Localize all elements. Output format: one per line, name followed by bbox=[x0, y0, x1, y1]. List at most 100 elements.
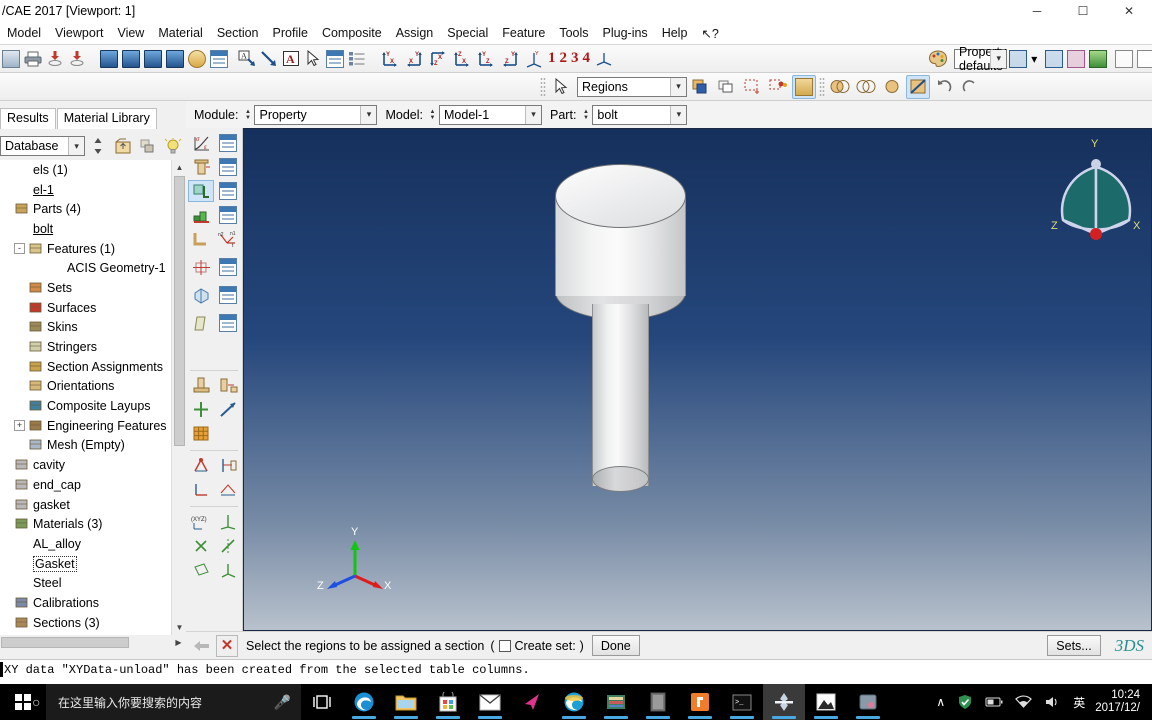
toolbar-grip-8[interactable] bbox=[819, 76, 825, 97]
datum-axis-icon[interactable] bbox=[215, 534, 241, 556]
volume-icon[interactable] bbox=[1038, 684, 1067, 720]
datum-plane-icon[interactable] bbox=[188, 558, 214, 580]
create-set-icon[interactable] bbox=[188, 478, 214, 500]
selection-front-icon[interactable] bbox=[688, 75, 712, 99]
create-inertia-icon[interactable] bbox=[188, 374, 214, 396]
tree-item[interactable]: Parts (4) bbox=[0, 199, 171, 219]
tree-item[interactable]: Materials (3) bbox=[0, 514, 171, 534]
tray-expand-icon[interactable]: ∧ bbox=[930, 684, 951, 720]
taskbar-terminal-icon[interactable]: >_ bbox=[721, 684, 763, 720]
view-1-button[interactable]: 1 bbox=[547, 47, 557, 71]
tab-results[interactable]: Results bbox=[0, 108, 56, 129]
material-manager-icon[interactable] bbox=[215, 132, 241, 154]
taskbar-abaqus-icon[interactable] bbox=[763, 684, 805, 720]
chevron-down-icon-part[interactable]: ▾ bbox=[670, 105, 687, 124]
close-button[interactable]: ✕ bbox=[1106, 0, 1152, 22]
menu-profile[interactable]: Profile bbox=[266, 24, 315, 42]
view-xz-icon[interactable]: XZ bbox=[427, 47, 449, 71]
model-combo[interactable]: Model-1 ▾ bbox=[439, 104, 543, 125]
taskbar-photos-icon[interactable] bbox=[805, 684, 847, 720]
import-part-icon[interactable] bbox=[67, 47, 87, 71]
model-tree[interactable]: els (1) el-1 Parts (4) bolt - Features (1) ACI… bbox=[0, 160, 171, 635]
taskbar-store-icon[interactable] bbox=[427, 684, 469, 720]
tree-item[interactable]: Surfaces bbox=[0, 298, 171, 318]
tree-expand-icon[interactable]: + bbox=[14, 420, 25, 432]
create-profile-icon[interactable] bbox=[188, 204, 214, 226]
menu-model[interactable]: Model bbox=[0, 24, 48, 42]
tree-item[interactable]: gasket bbox=[0, 495, 171, 515]
material-orientation-manager-icon[interactable] bbox=[215, 256, 241, 278]
view-yx-icon[interactable]: YX bbox=[403, 47, 425, 71]
create-section-icon[interactable] bbox=[188, 156, 214, 178]
tree-highlight-bulb-icon[interactable] bbox=[162, 134, 185, 158]
view-3-button[interactable]: 3 bbox=[570, 47, 580, 71]
view-zy-icon[interactable]: YZ bbox=[499, 47, 521, 71]
shaded-green-icon[interactable] bbox=[1088, 47, 1108, 71]
task-view-button[interactable] bbox=[301, 684, 343, 720]
create-surface-icon[interactable] bbox=[215, 478, 241, 500]
chevron-down-icon[interactable]: ▾ bbox=[990, 49, 1007, 68]
chevron-down-icon-3[interactable]: ▾ bbox=[68, 137, 85, 155]
menu-help[interactable]: Help bbox=[655, 24, 695, 42]
previous-step-icon[interactable] bbox=[190, 635, 212, 657]
annotation-text-icon[interactable]: A bbox=[237, 47, 257, 71]
viewport-create-icon[interactable] bbox=[99, 47, 119, 71]
menu-feature[interactable]: Feature bbox=[495, 24, 552, 42]
menu-view[interactable]: View bbox=[110, 24, 151, 42]
scroll-down-icon[interactable]: ▼ bbox=[172, 620, 187, 635]
tree-item[interactable]: cavity bbox=[0, 455, 171, 475]
annotation-list-icon[interactable] bbox=[347, 47, 367, 71]
tab-material-library[interactable]: Material Library bbox=[56, 108, 157, 129]
tree-item[interactable]: AL_alloy bbox=[0, 534, 171, 554]
viewport-manager-icon[interactable] bbox=[209, 47, 229, 71]
display-group-remove-icon[interactable] bbox=[906, 74, 930, 99]
import-model-icon[interactable] bbox=[45, 47, 65, 71]
create-spring-dashpot-icon[interactable] bbox=[215, 374, 241, 396]
tree-item[interactable]: Calibrations bbox=[0, 593, 171, 613]
annotation-letter-icon[interactable]: A bbox=[281, 47, 301, 71]
view-4-button[interactable]: 4 bbox=[582, 47, 592, 71]
redo-icon[interactable] bbox=[958, 75, 982, 99]
tree-updown-icon[interactable] bbox=[86, 134, 109, 158]
menu-tools[interactable]: Tools bbox=[552, 24, 595, 42]
viewport-tile-horizontal-icon[interactable] bbox=[143, 47, 163, 71]
assign-material-orientation-icon[interactable] bbox=[188, 256, 214, 278]
save-icon[interactable] bbox=[1, 47, 21, 71]
viewport-canvas[interactable]: Y X Z Y X Z bbox=[243, 128, 1152, 631]
annotation-manager-icon[interactable] bbox=[325, 47, 345, 71]
tree-item[interactable]: bolt bbox=[0, 219, 171, 239]
microphone-icon[interactable]: 🎤 bbox=[274, 694, 291, 711]
toolbar-grip-7[interactable] bbox=[540, 76, 546, 97]
module-spinner[interactable]: ▲ ▼ bbox=[243, 106, 252, 124]
search-input[interactable]: ○ 在这里输入你要搜索的内容 🎤 bbox=[32, 684, 301, 720]
datum-csys-icon[interactable] bbox=[215, 510, 241, 532]
taskbar-screenshot-icon[interactable] bbox=[847, 684, 889, 720]
hscroll-right-icon[interactable]: ▶ bbox=[171, 635, 186, 650]
menu-plugins[interactable]: Plug-ins bbox=[596, 24, 655, 42]
bolt-geometry[interactable] bbox=[555, 164, 690, 492]
tree-item[interactable]: el-1 bbox=[0, 180, 171, 200]
taskbar-internet-explorer-icon[interactable] bbox=[553, 684, 595, 720]
message-area[interactable]: XY data "XYData-unload" has been created… bbox=[0, 659, 1152, 684]
hidden-line-icon[interactable] bbox=[1066, 47, 1086, 71]
chevron-down-icon-2[interactable]: ▾ bbox=[670, 77, 686, 96]
model-spinner[interactable]: ▲ ▼ bbox=[428, 106, 437, 124]
assign-normal-tangent-icon[interactable]: n2 n1 t bbox=[215, 228, 241, 250]
minimize-button[interactable]: ─ bbox=[1014, 0, 1060, 22]
display-group-intersect-icon[interactable] bbox=[854, 75, 878, 99]
create-mesh-icon[interactable] bbox=[188, 422, 214, 444]
taskbar-foxit-icon[interactable] bbox=[679, 684, 721, 720]
menu-assign[interactable]: Assign bbox=[389, 24, 441, 42]
view-2-button[interactable]: 2 bbox=[559, 47, 569, 71]
assign-beam-orientation-icon[interactable] bbox=[188, 228, 214, 250]
tree-filter-icon[interactable] bbox=[137, 134, 160, 158]
selection-surface-icon[interactable] bbox=[792, 74, 816, 99]
model-tree-horizontal-scrollbar[interactable]: ▶ bbox=[0, 635, 186, 650]
scroll-thumb[interactable] bbox=[174, 176, 185, 446]
tree-item[interactable]: Skins bbox=[0, 318, 171, 338]
tree-item[interactable]: Sections (3) bbox=[0, 613, 171, 633]
tree-item[interactable]: ACIS Geometry-1 bbox=[0, 258, 171, 278]
part-combo[interactable]: bolt ▾ bbox=[592, 104, 688, 125]
datum-point-icon[interactable] bbox=[188, 534, 214, 556]
viewport-tile-vertical-icon[interactable] bbox=[165, 47, 185, 71]
